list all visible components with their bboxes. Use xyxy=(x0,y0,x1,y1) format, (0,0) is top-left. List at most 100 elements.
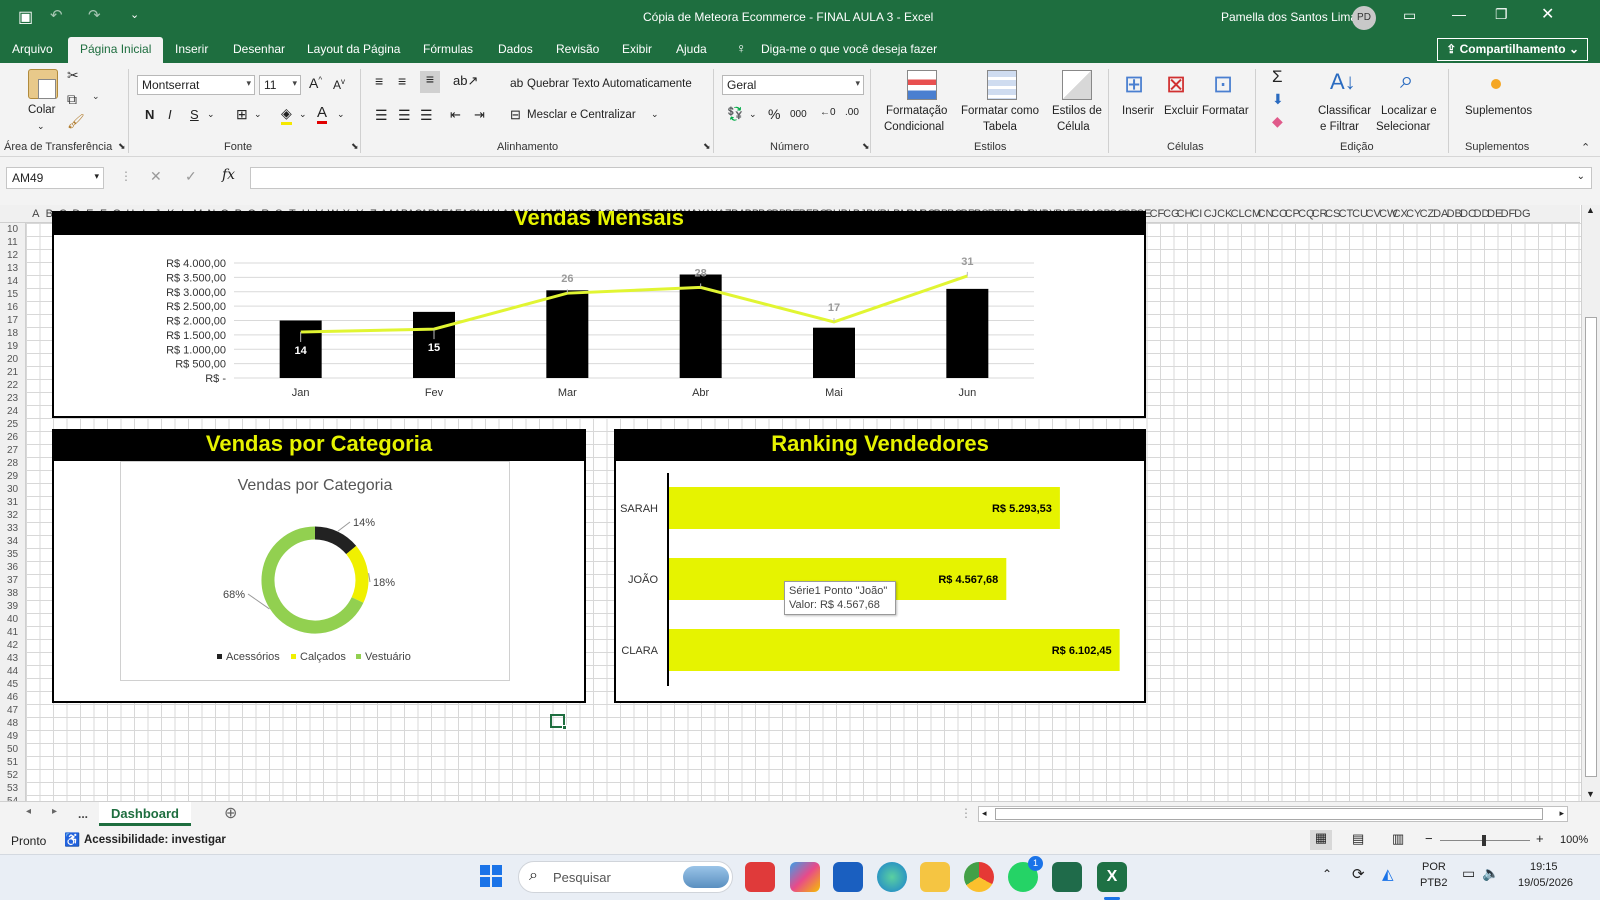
column-header[interactable]: CZ xyxy=(1420,205,1435,222)
row-header[interactable]: 49 xyxy=(0,730,25,743)
borders-icon[interactable]: ⊞ xyxy=(236,106,248,123)
increase-indent-icon[interactable]: ⇥ xyxy=(474,107,485,123)
scroll-down-icon[interactable]: ▼ xyxy=(1586,789,1595,799)
column-header[interactable]: DB xyxy=(1447,205,1462,222)
column-header[interactable]: CW xyxy=(1379,205,1397,222)
row-header[interactable]: 33 xyxy=(0,522,25,535)
row-header[interactable]: 20 xyxy=(0,353,25,366)
find-select-icon[interactable]: ⌕ xyxy=(1400,67,1413,95)
zoom-out-icon[interactable]: − xyxy=(1425,831,1433,846)
column-header[interactable]: CR xyxy=(1312,205,1328,222)
delete-cells-icon[interactable]: ⊠ xyxy=(1166,70,1186,99)
microsoft-365-icon[interactable] xyxy=(790,862,820,892)
edge-icon[interactable] xyxy=(877,862,907,892)
column-header[interactable]: CL xyxy=(1231,205,1245,222)
wrap-text-icon[interactable]: ab xyxy=(510,76,523,90)
sheet-tab-dashboard[interactable]: Dashboard xyxy=(99,802,191,826)
row-header[interactable]: 25 xyxy=(0,418,25,431)
user-name[interactable]: Pamella dos Santos Lima xyxy=(1221,10,1357,24)
tab-ajuda[interactable]: Ajuda xyxy=(676,42,707,56)
align-center-icon[interactable]: ☰ xyxy=(398,107,411,124)
taskbar-search[interactable]: ⌕ Pesquisar xyxy=(518,861,733,893)
column-header[interactable]: CT xyxy=(1339,205,1354,222)
row-header[interactable]: 15 xyxy=(0,288,25,301)
row-header[interactable]: 12 xyxy=(0,249,25,262)
row-header[interactable]: 42 xyxy=(0,639,25,652)
column-header[interactable]: CX xyxy=(1393,205,1408,222)
row-header[interactable]: 47 xyxy=(0,704,25,717)
clock-time[interactable]: 19:15 xyxy=(1530,861,1558,873)
row-header[interactable]: 19 xyxy=(0,340,25,353)
page-break-view-icon[interactable]: ▥ xyxy=(1392,831,1404,847)
find-select-button[interactable]: Localizar e xyxy=(1381,105,1437,117)
new-sheet-icon[interactable]: ⊕ xyxy=(224,803,237,823)
column-header[interactable]: DF xyxy=(1501,205,1516,222)
row-header[interactable]: 24 xyxy=(0,405,25,418)
insert-function-icon[interactable]: fx xyxy=(222,167,235,183)
name-box[interactable]: AM49 ▾ xyxy=(6,167,104,189)
tab-layout-pagina[interactable]: Layout da Página xyxy=(307,42,400,56)
row-header[interactable]: 17 xyxy=(0,314,25,327)
merge-center-button[interactable]: Mesclar e Centralizar xyxy=(527,109,636,121)
row-header[interactable]: 29 xyxy=(0,470,25,483)
increase-decimal-icon[interactable]: ←0 xyxy=(820,107,836,118)
minimize-icon[interactable]: — xyxy=(1452,6,1466,22)
column-header[interactable]: CS xyxy=(1325,205,1340,222)
currency-chevron-icon[interactable]: ⌄ xyxy=(749,109,757,120)
cut-icon[interactable]: ✂ xyxy=(67,67,79,84)
maximize-icon[interactable]: ❐ xyxy=(1495,6,1508,23)
decrease-font-icon[interactable]: Av xyxy=(333,77,345,92)
scroll-thumb[interactable] xyxy=(1585,317,1597,777)
row-header[interactable]: 28 xyxy=(0,457,25,470)
add-ins-button[interactable]: Suplementos xyxy=(1465,105,1532,117)
language-1[interactable]: POR xyxy=(1422,861,1446,873)
microsoft-store-icon[interactable] xyxy=(833,862,863,892)
currency-icon[interactable]: 💱 xyxy=(727,106,743,122)
zoom-slider[interactable] xyxy=(1440,835,1530,846)
column-header[interactable]: CY xyxy=(1406,205,1421,222)
tell-me-search[interactable]: Diga-me o que você deseja fazer xyxy=(761,42,937,56)
thousands-icon[interactable]: 000 xyxy=(790,109,807,120)
font-name-select[interactable]: Montserrat ▾ xyxy=(137,75,255,95)
monthly-sales-panel[interactable]: R$ 4.000,00 R$ 3.500,00 R$ 3.000,00 R$ 2.50… xyxy=(52,233,1146,418)
row-header[interactable]: 35 xyxy=(0,548,25,561)
column-header[interactable]: CV xyxy=(1366,205,1381,222)
underline-chevron-icon[interactable]: ⌄ xyxy=(207,109,215,120)
zoom-in-icon[interactable]: + xyxy=(1536,831,1544,846)
row-header[interactable]: 40 xyxy=(0,613,25,626)
row-header[interactable]: 30 xyxy=(0,483,25,496)
sort-filter-icon[interactable]: A↓ xyxy=(1330,69,1356,95)
fill-color-icon[interactable]: ◈ xyxy=(281,105,292,125)
column-header[interactable]: CN xyxy=(1258,205,1274,222)
row-header[interactable]: 43 xyxy=(0,652,25,665)
volume-icon[interactable]: 🔈 xyxy=(1482,865,1499,882)
format-painter-icon[interactable]: 🖌 xyxy=(67,113,85,130)
cancel-icon[interactable]: ✕ xyxy=(150,168,162,185)
tab-inserir[interactable]: Inserir xyxy=(175,42,208,56)
monthly-sales-chart[interactable]: R$ 4.000,00 R$ 3.500,00 R$ 3.000,00 R$ 2.50… xyxy=(54,235,1144,416)
save-icon[interactable]: ▣ xyxy=(18,7,33,27)
insert-cells-icon[interactable]: ⊞ xyxy=(1124,70,1144,99)
sort-filter-button[interactable]: Classificar xyxy=(1318,105,1371,117)
column-header[interactable]: CJ xyxy=(1204,205,1218,222)
accessibility-status[interactable]: Acessibilidade: investigar xyxy=(84,834,226,846)
enter-icon[interactable]: ✓ xyxy=(185,168,197,185)
row-header[interactable]: 37 xyxy=(0,574,25,587)
align-top-icon[interactable]: ≡ xyxy=(375,73,383,89)
number-launcher-icon[interactable]: ⬊ xyxy=(862,141,870,152)
clipboard-launcher-icon[interactable]: ⬊ xyxy=(118,141,126,152)
undo-icon[interactable]: ↶ xyxy=(50,6,63,24)
copy-icon[interactable]: ⧉ xyxy=(67,91,77,108)
app-icon[interactable] xyxy=(1052,862,1082,892)
anydesk-icon[interactable] xyxy=(745,862,775,892)
row-header[interactable]: 41 xyxy=(0,626,25,639)
scroll-up-icon[interactable]: ▲ xyxy=(1586,205,1595,215)
cell-styles-button[interactable]: Estilos de xyxy=(1052,105,1102,117)
language-2[interactable]: PTB2 xyxy=(1420,877,1448,889)
column-header[interactable]: CF xyxy=(1150,205,1165,222)
column-header[interactable]: CH xyxy=(1177,205,1193,222)
vertical-scrollbar[interactable]: ▲ ▼ xyxy=(1581,205,1600,801)
fill-chevron-icon[interactable]: ⌄ xyxy=(299,109,307,120)
paste-button[interactable]: Colar xyxy=(28,104,55,116)
horizontal-scrollbar[interactable]: ◂ ▸ xyxy=(978,806,1568,822)
